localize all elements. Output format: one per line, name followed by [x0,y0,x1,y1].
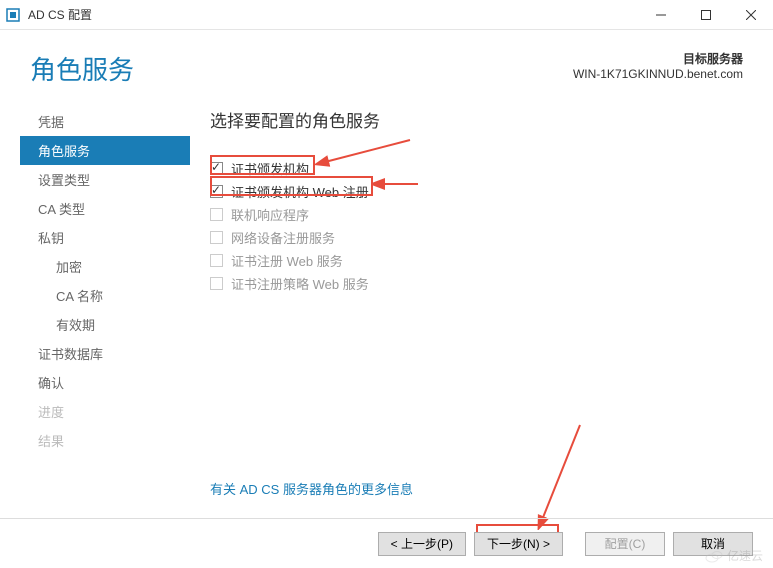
checkbox-icon[interactable] [210,208,223,221]
sidebar-item-confirm[interactable]: 确认 [20,368,190,397]
sidebar-item-ca-type[interactable]: CA 类型 [20,194,190,223]
main-heading: 选择要配置的角色服务 [210,107,743,132]
sidebar-item-private-key[interactable]: 私钥 [20,223,190,252]
option-ndes[interactable]: 网络设备注册服务 [210,226,743,249]
option-ca[interactable]: 证书颁发机构 [210,157,743,180]
maximize-button[interactable] [683,0,728,30]
sidebar-item-result[interactable]: 结果 [20,426,190,455]
footer: < 上一步(P) 下一步(N) > 配置(C) 取消 [0,518,773,568]
target-server: WIN-1K71GKINNUD.benet.com [573,67,743,81]
option-cert-policy-web[interactable]: 证书注册策略 Web 服务 [210,272,743,295]
checkbox-icon[interactable] [210,277,223,290]
sidebar-item-validity[interactable]: 有效期 [20,310,190,339]
minimize-button[interactable] [638,0,683,30]
option-label: 证书颁发机构 [231,159,309,178]
next-button[interactable]: 下一步(N) > [474,532,563,556]
titlebar: AD CS 配置 [0,0,773,30]
window-title: AD CS 配置 [28,6,638,23]
target-label: 目标服务器 [573,50,743,67]
checkbox-icon[interactable] [210,254,223,267]
sidebar-item-cryptography[interactable]: 加密 [20,252,190,281]
option-label: 证书颁发机构 Web 注册 [231,182,369,201]
window-controls [638,0,773,30]
option-label: 联机响应程序 [231,205,309,224]
sidebar-item-setup-type[interactable]: 设置类型 [20,165,190,194]
option-cert-web-service[interactable]: 证书注册 Web 服务 [210,249,743,272]
close-button[interactable] [728,0,773,30]
sidebar-item-cert-database[interactable]: 证书数据库 [20,339,190,368]
option-ca-web[interactable]: 证书颁发机构 Web 注册 [210,180,743,203]
checkbox-icon[interactable] [210,231,223,244]
prev-button[interactable]: < 上一步(P) [378,532,466,556]
option-label: 证书注册策略 Web 服务 [231,274,369,293]
watermark: 亿速云 [705,547,763,564]
sidebar: 凭据 角色服务 设置类型 CA 类型 私钥 加密 CA 名称 有效期 证书数据库… [0,97,190,455]
more-info-link[interactable]: 有关 AD CS 服务器角色的更多信息 [210,479,413,498]
role-services-list: 证书颁发机构 证书颁发机构 Web 注册 联机响应程序 网络设备注册服务 证书注… [210,157,743,295]
watermark-text: 亿速云 [727,547,763,564]
sidebar-item-ca-name[interactable]: CA 名称 [20,281,190,310]
app-icon [6,7,22,23]
page-title: 角色服务 [30,50,134,87]
option-label: 证书注册 Web 服务 [231,251,343,270]
option-label: 网络设备注册服务 [231,228,335,247]
header: 角色服务 目标服务器 WIN-1K71GKINNUD.benet.com [0,30,773,87]
main-content: 选择要配置的角色服务 证书颁发机构 证书颁发机构 Web 注册 联机响应程序 网… [190,97,773,455]
config-button[interactable]: 配置(C) [585,532,665,556]
checkbox-icon[interactable] [210,185,223,198]
option-online-responder[interactable]: 联机响应程序 [210,203,743,226]
target-server-info: 目标服务器 WIN-1K71GKINNUD.benet.com [573,50,743,81]
sidebar-item-credentials[interactable]: 凭据 [20,107,190,136]
sidebar-item-role-services[interactable]: 角色服务 [20,136,190,165]
checkbox-icon[interactable] [210,162,223,175]
sidebar-item-progress[interactable]: 进度 [20,397,190,426]
